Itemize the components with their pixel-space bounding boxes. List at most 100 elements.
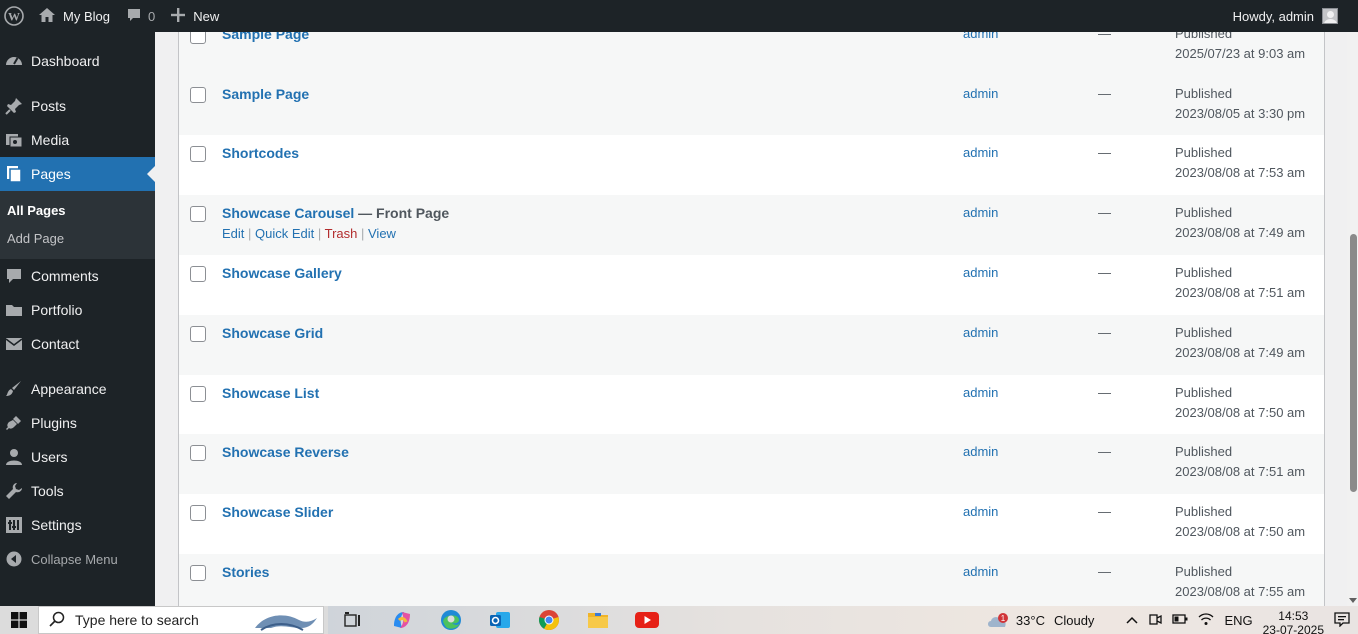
status-text: Published bbox=[1175, 145, 1233, 160]
page-title-link[interactable]: Showcase Slider bbox=[222, 504, 333, 520]
row-checkbox[interactable] bbox=[190, 386, 206, 402]
table-row: Showcase Carousel — Front Page Edit | Qu… bbox=[179, 195, 1324, 255]
author-link[interactable]: admin bbox=[963, 444, 998, 459]
page-title-link[interactable]: Sample Page bbox=[222, 32, 309, 42]
menu-label: Settings bbox=[31, 517, 82, 533]
row-checkbox[interactable] bbox=[190, 87, 206, 103]
page-title-text: Showcase Carousel bbox=[222, 205, 355, 221]
table-row: Sample Page admin — Published 2025/07/23 … bbox=[179, 32, 1324, 76]
date-text: 2023/08/08 at 7:55 am bbox=[1175, 584, 1306, 599]
author-link[interactable]: admin bbox=[963, 385, 998, 400]
table-row: Showcase Reverse admin — Published 2023/0… bbox=[179, 434, 1324, 494]
comments-count: — bbox=[1098, 564, 1111, 579]
row-checkbox[interactable] bbox=[190, 326, 206, 342]
row-checkbox[interactable] bbox=[190, 266, 206, 282]
submenu-all-pages[interactable]: All Pages bbox=[0, 197, 155, 225]
copilot-app-button[interactable] bbox=[377, 606, 426, 634]
row-checkbox[interactable] bbox=[190, 565, 206, 581]
meet-now-icon[interactable] bbox=[1148, 612, 1163, 629]
date-text: 2023/08/08 at 7:49 am bbox=[1175, 345, 1306, 360]
table-row: Stories admin — Published 2023/08/08 at 7… bbox=[179, 554, 1324, 606]
notification-icon[interactable] bbox=[1334, 611, 1350, 630]
new-content-button[interactable]: New bbox=[163, 0, 227, 32]
clock[interactable]: 14:53 23-07-2025 bbox=[1263, 609, 1324, 634]
menu-item-portfolio[interactable]: Portfolio bbox=[0, 293, 155, 327]
menu-item-media[interactable]: Media bbox=[0, 123, 155, 157]
author-link[interactable]: admin bbox=[963, 564, 998, 579]
collapse-menu-button[interactable]: Collapse Menu bbox=[0, 542, 155, 576]
scrollbar-thumb[interactable] bbox=[1350, 234, 1357, 492]
author-link[interactable]: admin bbox=[963, 205, 998, 220]
date-cell: Published 2023/08/08 at 7:53 am bbox=[1175, 143, 1305, 183]
battery-icon[interactable] bbox=[1172, 613, 1188, 628]
file-explorer-app-button[interactable] bbox=[573, 606, 622, 634]
wifi-icon[interactable] bbox=[1198, 612, 1214, 629]
page-title-link[interactable]: Showcase List bbox=[222, 385, 319, 401]
chrome-icon bbox=[538, 610, 559, 631]
task-view-button[interactable] bbox=[328, 606, 377, 634]
page-title-link[interactable]: Showcase Carousel — Front Page bbox=[222, 205, 449, 221]
page-title-link[interactable]: Shortcodes bbox=[222, 145, 299, 161]
comment-bubble-icon bbox=[126, 7, 142, 26]
separator: | bbox=[314, 226, 325, 241]
pages-submenu: All Pages Add Page bbox=[0, 191, 155, 259]
weather-widget[interactable]: 1 33°C Cloudy bbox=[986, 611, 1117, 629]
page-title-link[interactable]: Stories bbox=[222, 564, 269, 580]
menu-label: Portfolio bbox=[31, 302, 83, 318]
date-text: 2023/08/08 at 7:53 am bbox=[1175, 165, 1306, 180]
outlook-app-button[interactable] bbox=[475, 606, 524, 634]
author-link[interactable]: admin bbox=[963, 145, 998, 160]
row-checkbox[interactable] bbox=[190, 32, 206, 44]
wordpress-logo-icon[interactable]: W bbox=[2, 0, 30, 32]
site-name-link[interactable]: My Blog bbox=[30, 0, 118, 32]
menu-item-pages[interactable]: Pages bbox=[0, 157, 155, 191]
taskbar-search-box[interactable]: Type here to search bbox=[38, 606, 324, 634]
menu-item-plugins[interactable]: Plugins bbox=[0, 406, 155, 440]
brush-icon bbox=[4, 379, 24, 399]
menu-item-tools[interactable]: Tools bbox=[0, 474, 155, 508]
menu-item-comments[interactable]: Comments bbox=[0, 259, 155, 293]
chevron-up-icon[interactable] bbox=[1126, 613, 1138, 628]
edit-link[interactable]: Edit bbox=[222, 226, 244, 241]
outlook-icon bbox=[489, 612, 510, 628]
menu-item-settings[interactable]: Settings bbox=[0, 508, 155, 542]
page-title-link[interactable]: Showcase Gallery bbox=[222, 265, 342, 281]
menu-label: Dashboard bbox=[31, 53, 100, 69]
row-checkbox[interactable] bbox=[190, 505, 206, 521]
menu-item-posts[interactable]: Posts bbox=[0, 89, 155, 123]
menu-item-users[interactable]: Users bbox=[0, 440, 155, 474]
edge-app-button[interactable] bbox=[426, 606, 475, 634]
trash-link[interactable]: Trash bbox=[325, 226, 358, 241]
weather-alert-badge: 1 bbox=[997, 613, 1008, 623]
page-scrollbar[interactable] bbox=[1347, 32, 1358, 606]
author-link[interactable]: admin bbox=[963, 325, 998, 340]
menu-item-dashboard[interactable]: Dashboard bbox=[0, 44, 155, 78]
windows-start-button[interactable] bbox=[0, 606, 38, 634]
scroll-down-arrow-icon[interactable] bbox=[1349, 598, 1357, 603]
menu-item-contact[interactable]: Contact bbox=[0, 327, 155, 361]
view-link[interactable]: View bbox=[368, 226, 396, 241]
menu-label: Appearance bbox=[31, 381, 107, 397]
comment-icon bbox=[4, 266, 24, 286]
author-link[interactable]: admin bbox=[963, 265, 998, 280]
row-checkbox[interactable] bbox=[190, 206, 206, 222]
row-checkbox[interactable] bbox=[190, 445, 206, 461]
my-account-menu[interactable]: Howdy, admin bbox=[1225, 0, 1358, 32]
chrome-app-button[interactable] bbox=[524, 606, 573, 634]
menu-label: Posts bbox=[31, 98, 67, 114]
howdy-label: Howdy, admin bbox=[1232, 8, 1314, 24]
submenu-add-page[interactable]: Add Page bbox=[0, 225, 155, 253]
author-link[interactable]: admin bbox=[963, 32, 998, 41]
row-checkbox[interactable] bbox=[190, 146, 206, 162]
language-indicator[interactable]: ENG bbox=[1224, 613, 1252, 628]
page-title-link[interactable]: Sample Page bbox=[222, 86, 309, 102]
quick-edit-link[interactable]: Quick Edit bbox=[255, 226, 314, 241]
comments-count: 0 bbox=[147, 8, 156, 24]
menu-item-appearance[interactable]: Appearance bbox=[0, 372, 155, 406]
page-title-link[interactable]: Showcase Reverse bbox=[222, 444, 349, 460]
youtube-app-button[interactable] bbox=[622, 606, 671, 634]
author-link[interactable]: admin bbox=[963, 86, 998, 101]
comments-link[interactable]: 0 bbox=[118, 0, 163, 32]
page-title-link[interactable]: Showcase Grid bbox=[222, 325, 323, 341]
author-link[interactable]: admin bbox=[963, 504, 998, 519]
